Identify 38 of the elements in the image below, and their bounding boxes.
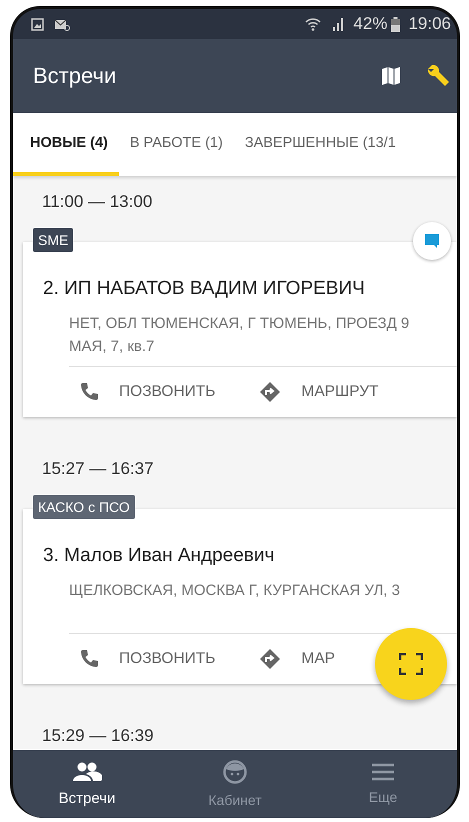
battery-icon	[391, 16, 400, 32]
action-button[interactable]: МАР	[259, 648, 336, 670]
nav-item[interactable]: Кабинет	[161, 750, 309, 818]
directions-icon	[259, 648, 282, 670]
action-button[interactable]: ПОЗВОНИТЬ	[79, 649, 216, 669]
screen-title: Встречи	[33, 63, 118, 89]
time-range: 15:27 — 16:37	[41, 458, 155, 480]
client-name: 2. ИП НАБАТОВ ВАДИМ ИГОРЕВИЧ	[43, 278, 366, 300]
action-button[interactable]: МАРШРУТ	[259, 381, 379, 403]
phone-icon	[79, 382, 99, 402]
meeting-tag: SME	[33, 228, 74, 252]
nav-item[interactable]: Встречи	[13, 750, 161, 818]
time-range: 15:29 — 16:39	[41, 725, 155, 747]
clock-time: 19:06	[408, 14, 451, 34]
map-icon[interactable]	[381, 66, 401, 86]
phone-icon	[79, 649, 99, 669]
client-address: ЩЕЛКОВСКАЯ, МОСКВА Г, КУРГАНСКАЯ УЛ, 3	[69, 581, 401, 601]
chat-icon	[423, 232, 441, 250]
signal-icon	[331, 17, 346, 31]
image-icon	[31, 18, 44, 30]
tab[interactable]: В РАБОТЕ (1)	[118, 113, 234, 176]
frame-corners-icon	[399, 653, 423, 675]
face-icon	[223, 760, 247, 784]
menu-icon	[372, 763, 394, 781]
wifi-icon	[305, 17, 322, 31]
people-icon	[72, 762, 102, 782]
battery-percent: 42%	[353, 14, 388, 34]
client-name: 3. Малов Иван Андреевич	[43, 545, 276, 567]
tab[interactable]: ЗАВЕРШЕННЫЕ (13/1	[234, 113, 407, 176]
client-address: НЕТ, ОБЛ ТЮМЕНСКАЯ, Г ТЮМЕНЬ, ПРОЕЗД 9 МАЯ, 7, кв.7	[69, 314, 410, 357]
mail-icon	[54, 18, 70, 30]
wrench-icon[interactable]	[425, 63, 451, 89]
directions-icon	[259, 381, 282, 403]
nav-item[interactable]: Еще	[309, 750, 457, 818]
meeting-tag: КАСКО с ПСО	[33, 495, 135, 519]
action-button[interactable]: ПОЗВОНИТЬ	[79, 382, 216, 402]
chat-button[interactable]	[413, 222, 451, 260]
time-range: 11:00 — 13:00	[41, 191, 154, 213]
